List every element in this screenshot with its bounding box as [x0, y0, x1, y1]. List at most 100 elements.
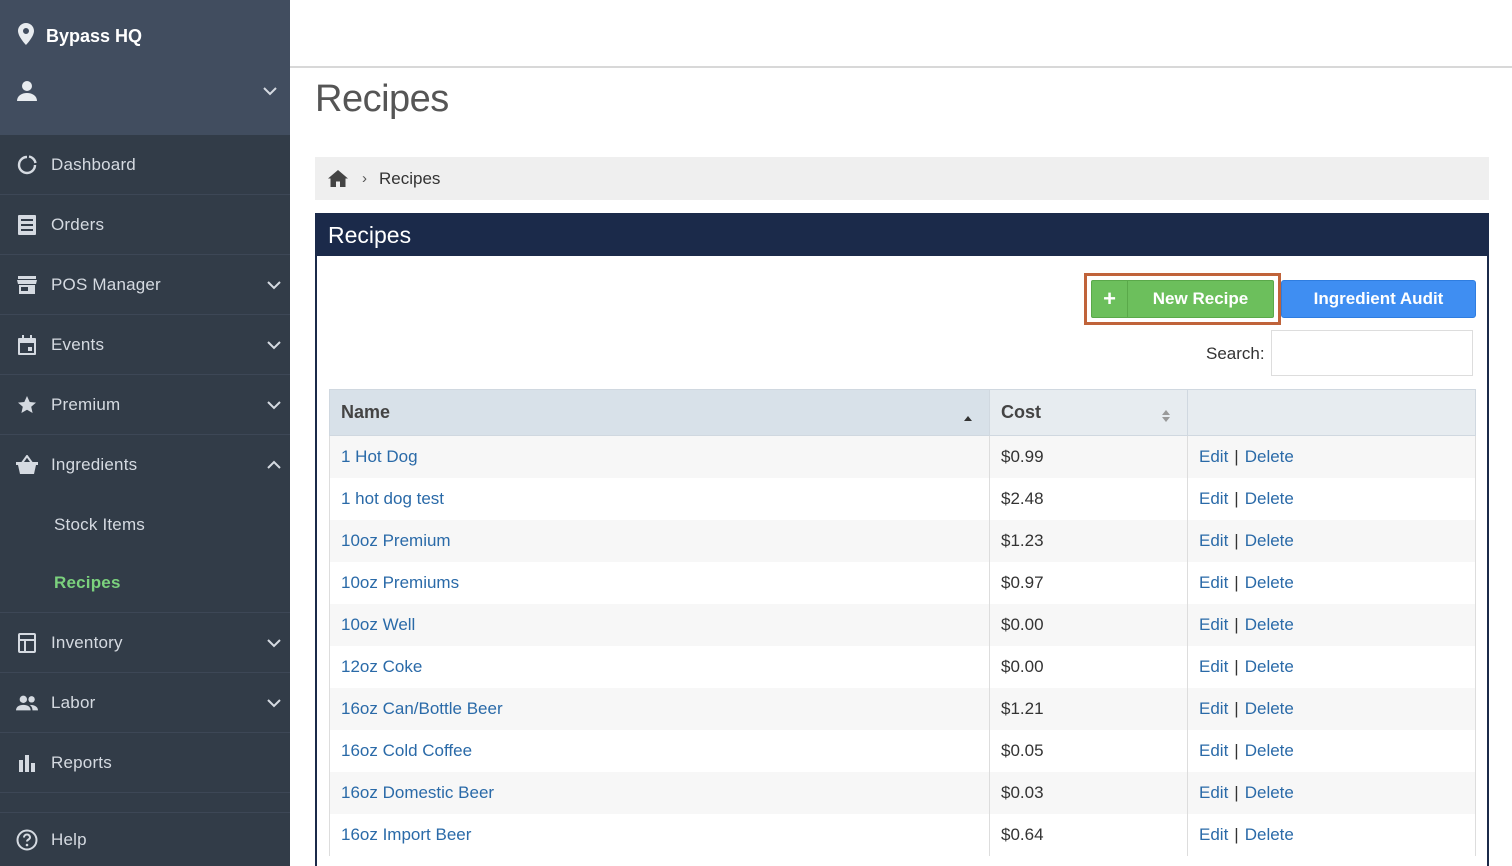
recipe-name-cell: 10oz Premium	[329, 519, 990, 562]
action-separator: |	[1234, 782, 1239, 802]
recipe-name-link[interactable]: 16oz Cold Coffee	[341, 741, 472, 760]
column-header-cost[interactable]: Cost	[989, 389, 1188, 436]
recipe-cost-cell: $0.64	[989, 813, 1188, 856]
edit-link[interactable]: Edit	[1199, 489, 1228, 508]
recipe-cost-cell: $0.03	[989, 771, 1188, 814]
recipe-name-cell: 10oz Well	[329, 603, 990, 646]
recipe-name-link[interactable]: 10oz Well	[341, 615, 415, 634]
sidebar-item-events[interactable]: Events	[0, 315, 290, 375]
column-header-label: Name	[341, 402, 391, 422]
delete-link[interactable]: Delete	[1245, 615, 1294, 634]
plus-icon: +	[1092, 281, 1128, 317]
delete-link[interactable]: Delete	[1245, 489, 1294, 508]
chevron-down-icon	[266, 695, 282, 711]
sidebar-subitem-stock-items[interactable]: Stock Items	[0, 495, 290, 554]
recipe-name-cell: 16oz Can/Bottle Beer	[329, 687, 990, 730]
action-separator: |	[1234, 740, 1239, 760]
recipe-actions-cell: Edit | Delete	[1187, 435, 1476, 478]
chevron-down-icon	[266, 277, 282, 293]
sidebar-subitem-label: Recipes	[54, 573, 121, 592]
sidebar-item-help[interactable]: Help	[0, 812, 290, 866]
delete-link[interactable]: Delete	[1245, 699, 1294, 718]
user-icon	[16, 80, 38, 107]
delete-link[interactable]: Delete	[1245, 825, 1294, 844]
column-header-actions	[1187, 389, 1476, 436]
basket-icon	[16, 454, 38, 476]
delete-link[interactable]: Delete	[1245, 531, 1294, 550]
edit-link[interactable]: Edit	[1199, 657, 1228, 676]
recipe-cost-cell: $0.97	[989, 561, 1188, 604]
recipe-name-link[interactable]: 10oz Premiums	[341, 573, 459, 592]
table-row: 10oz Premium $1.23 Edit | Delete	[329, 519, 1476, 562]
help-icon	[16, 829, 38, 851]
sidebar-item-label: Ingredients	[51, 455, 138, 474]
search-input[interactable]	[1271, 330, 1473, 376]
table-row: 16oz Import Beer $0.64 Edit | Delete	[329, 813, 1476, 856]
table-body: 1 Hot Dog $0.99 Edit | Delete 1 hot dog test $…	[329, 435, 1476, 856]
edit-link[interactable]: Edit	[1199, 447, 1228, 466]
top-bar	[290, 0, 1512, 68]
recipe-name-link[interactable]: 16oz Domestic Beer	[341, 783, 494, 802]
recipe-name-link[interactable]: 12oz Coke	[341, 657, 422, 676]
sidebar-item-inventory[interactable]: Inventory	[0, 613, 290, 673]
edit-link[interactable]: Edit	[1199, 531, 1228, 550]
sidebar-item-label: POS Manager	[51, 274, 161, 294]
sidebar: Bypass HQ Dashboard Orders POS Manager E…	[0, 0, 290, 866]
delete-link[interactable]: Delete	[1245, 573, 1294, 592]
ingredient-audit-button[interactable]: Ingredient Audit	[1281, 280, 1476, 318]
sidebar-item-reports[interactable]: Reports	[0, 733, 290, 793]
recipes-panel: Recipes + New Recipe Ingredient Audit Se…	[315, 213, 1489, 866]
delete-link[interactable]: Delete	[1245, 657, 1294, 676]
sidebar-item-label: Dashboard	[51, 154, 136, 174]
sort-ascending-icon	[963, 407, 973, 428]
recipe-name-link[interactable]: 16oz Import Beer	[341, 825, 471, 844]
recipe-cost-cell: $1.23	[989, 519, 1188, 562]
column-header-name[interactable]: Name	[329, 389, 990, 436]
edit-link[interactable]: Edit	[1199, 783, 1228, 802]
edit-link[interactable]: Edit	[1199, 615, 1228, 634]
recipe-cost-cell: $0.99	[989, 435, 1188, 478]
recipe-actions-cell: Edit | Delete	[1187, 771, 1476, 814]
sidebar-item-premium[interactable]: Premium	[0, 375, 290, 435]
sidebar-item-dashboard[interactable]: Dashboard	[0, 135, 290, 195]
recipe-name-link[interactable]: 1 Hot Dog	[341, 447, 418, 466]
dashboard-icon	[16, 154, 38, 176]
recipe-name-link[interactable]: 10oz Premium	[341, 531, 451, 550]
location-name: Bypass HQ	[46, 25, 143, 46]
recipe-actions-cell: Edit | Delete	[1187, 519, 1476, 562]
delete-link[interactable]: Delete	[1245, 783, 1294, 802]
edit-link[interactable]: Edit	[1199, 699, 1228, 718]
sidebar-item-orders[interactable]: Orders	[0, 195, 290, 255]
recipe-name-link[interactable]: 1 hot dog test	[341, 489, 444, 508]
action-separator: |	[1234, 698, 1239, 718]
recipe-cost-cell: $0.00	[989, 603, 1188, 646]
new-recipe-highlight: + New Recipe	[1084, 273, 1281, 325]
table-header-row: Name Cost	[329, 389, 1476, 436]
sidebar-header: Bypass HQ	[0, 0, 290, 135]
breadcrumb-separator: ›	[362, 170, 367, 187]
sidebar-item-labor[interactable]: Labor	[0, 673, 290, 733]
home-icon[interactable]	[328, 170, 348, 187]
bar-chart-icon	[16, 752, 38, 774]
recipe-name-link[interactable]: 16oz Can/Bottle Beer	[341, 699, 503, 718]
recipe-actions-cell: Edit | Delete	[1187, 813, 1476, 856]
panel-title: Recipes	[317, 215, 1487, 256]
sidebar-subitem-recipes[interactable]: Recipes	[0, 554, 290, 613]
sidebar-item-ingredients[interactable]: Ingredients	[0, 435, 290, 495]
user-menu[interactable]	[16, 78, 278, 108]
recipe-cost-cell: $2.48	[989, 477, 1188, 520]
action-separator: |	[1234, 656, 1239, 676]
recipe-cost-cell: $1.21	[989, 687, 1188, 730]
edit-link[interactable]: Edit	[1199, 573, 1228, 592]
sidebar-item-label: Events	[51, 334, 105, 354]
delete-link[interactable]: Delete	[1245, 447, 1294, 466]
sidebar-item-pos-manager[interactable]: POS Manager	[0, 255, 290, 315]
location-selector[interactable]: Bypass HQ	[18, 22, 142, 50]
edit-link[interactable]: Edit	[1199, 825, 1228, 844]
recipe-actions-cell: Edit | Delete	[1187, 477, 1476, 520]
new-recipe-button[interactable]: + New Recipe	[1091, 280, 1274, 318]
delete-link[interactable]: Delete	[1245, 741, 1294, 760]
recipe-name-cell: 12oz Coke	[329, 645, 990, 688]
table-row: 16oz Cold Coffee $0.05 Edit | Delete	[329, 729, 1476, 772]
edit-link[interactable]: Edit	[1199, 741, 1228, 760]
